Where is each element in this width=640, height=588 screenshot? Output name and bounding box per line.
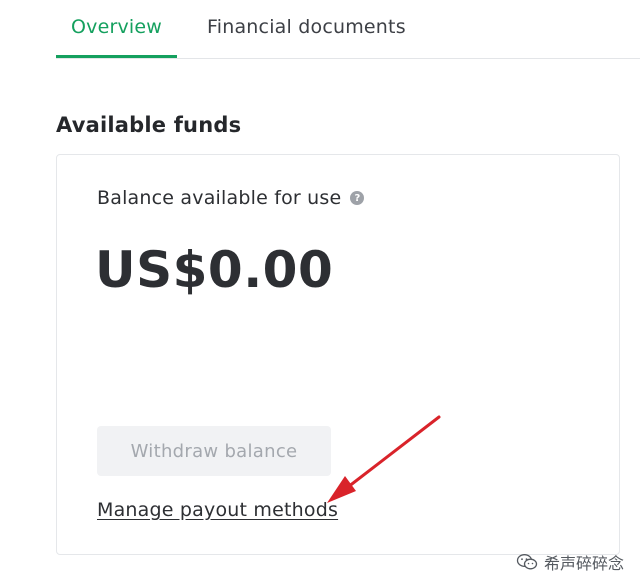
watermark-text: 希声碎碎念: [543, 554, 624, 573]
watermark: 希声碎碎念: [516, 550, 624, 574]
balance-label: Balance available for use: [97, 187, 342, 209]
manage-payout-methods-link[interactable]: Manage payout methods: [97, 499, 338, 521]
balance-row: Balance available for use ?: [97, 187, 365, 209]
tab-financial-documents[interactable]: Financial documents: [207, 0, 406, 58]
tab-overview[interactable]: Overview: [56, 0, 177, 58]
withdraw-balance-button[interactable]: Withdraw balance: [97, 426, 331, 476]
tab-bar: Overview Financial documents: [56, 0, 640, 59]
question-circle-icon[interactable]: ?: [350, 191, 365, 205]
available-funds-card: Balance available for use ? US$0.00 With…: [56, 154, 620, 555]
tab-overview-label: Overview: [70, 16, 163, 38]
section-title: Available funds: [56, 113, 242, 137]
wechat-icon: [516, 554, 538, 570]
balance-amount: US$0.00: [95, 241, 334, 299]
tab-financial-documents-label: Financial documents: [207, 16, 406, 38]
